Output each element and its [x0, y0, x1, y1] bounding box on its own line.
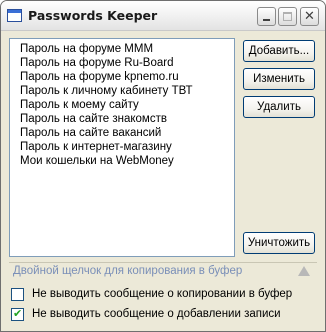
- close-button[interactable]: ✕: [300, 7, 319, 26]
- list-item[interactable]: Пароль на форуме МММ: [20, 42, 153, 56]
- checkbox[interactable]: [11, 288, 24, 301]
- list-item[interactable]: Пароль к личному кабинету ТВТ: [20, 84, 193, 98]
- minimize-button[interactable]: [257, 7, 276, 26]
- hint-bar: Двойной щелчок для копирования в буфер: [9, 262, 317, 280]
- checkmark-icon: ✔: [13, 307, 23, 320]
- password-list[interactable]: Пароль на форуме МММ Пароль на форуме Ru…: [9, 38, 235, 257]
- passwords-keeper-window: Passwords Keeper ✕ Пароль на форуме МММ …: [0, 0, 326, 332]
- window-icon: [7, 9, 22, 22]
- minimize-icon: [263, 19, 270, 21]
- list-item[interactable]: Пароль на сайте вакансий: [20, 126, 161, 140]
- checkbox[interactable]: ✔: [11, 307, 24, 321]
- list-item[interactable]: Пароль к моему сайту: [20, 98, 139, 112]
- collapse-arrow-icon[interactable]: [298, 266, 310, 276]
- window-title: Passwords Keeper: [28, 8, 158, 23]
- checkbox-label: Не выводить сообщение о копировании в бу…: [32, 288, 293, 300]
- edit-button[interactable]: Изменить: [243, 68, 315, 90]
- delete-button[interactable]: Удалить: [243, 96, 315, 118]
- maximize-icon: [283, 12, 292, 21]
- maximize-button[interactable]: [278, 7, 297, 26]
- title-bar[interactable]: Passwords Keeper ✕: [1, 1, 325, 31]
- list-item[interactable]: Пароль к интернет-магазину: [20, 140, 172, 154]
- list-item[interactable]: Пароль на форуме kpnemo.ru: [20, 70, 179, 84]
- add-button[interactable]: Добавить...: [243, 40, 315, 62]
- list-item[interactable]: Пароль на сайте знакомств: [20, 112, 167, 126]
- destroy-button[interactable]: Уничтожить: [243, 232, 315, 254]
- list-item[interactable]: Мои кошельки на WebMoney: [20, 154, 174, 168]
- hint-text: Двойной щелчок для копирования в буфер: [13, 265, 243, 277]
- close-icon: ✕: [304, 9, 315, 24]
- checkbox-label: Не выводить сообщение о добавлении запис…: [32, 308, 281, 320]
- list-item[interactable]: Пароль на форуме Ru-Board: [20, 56, 174, 70]
